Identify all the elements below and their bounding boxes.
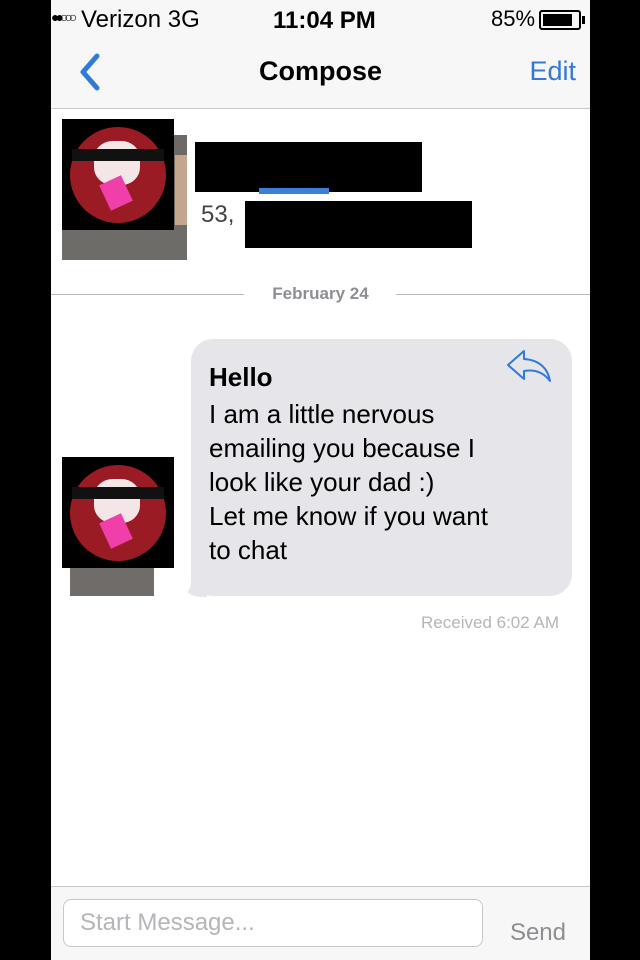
navigation-bar: Compose Edit [51,40,590,109]
contact-name-redaction [195,142,422,192]
avatar-redaction-sticker [62,119,174,230]
signal-icon: ●●○○○ [51,9,77,25]
battery-percent: 85% [491,6,536,31]
message-subject: Hello [209,362,273,392]
edit-button[interactable]: Edit [529,56,576,87]
received-timestamp: Received 6:02 AM [421,613,559,632]
reply-arrow-icon [507,350,551,382]
send-button[interactable]: Send [510,919,566,947]
contact-details-redaction [245,201,472,248]
battery-icon [539,10,585,30]
compose-bar: Send [51,886,590,960]
status-bar: ●●○○○ Verizon 3G 11:04 PM 85% [51,0,590,40]
message-body: I am a little nervous emailing you becau… [209,399,488,565]
carrier-label: Verizon 3G [81,6,200,33]
battery-fill [543,14,572,26]
status-time: 11:04 PM [273,7,376,34]
sender-avatar-redaction-sticker [62,457,174,568]
contact-name-partial [259,188,329,194]
contact-details: 53, [201,201,235,228]
page-title: Compose [258,56,383,86]
reply-button[interactable] [504,347,554,387]
phone-screen: ●●○○○ Verizon 3G 11:04 PM 85% Compose Ed… [51,0,590,960]
divider-right [396,294,590,295]
message-input[interactable] [63,899,483,947]
